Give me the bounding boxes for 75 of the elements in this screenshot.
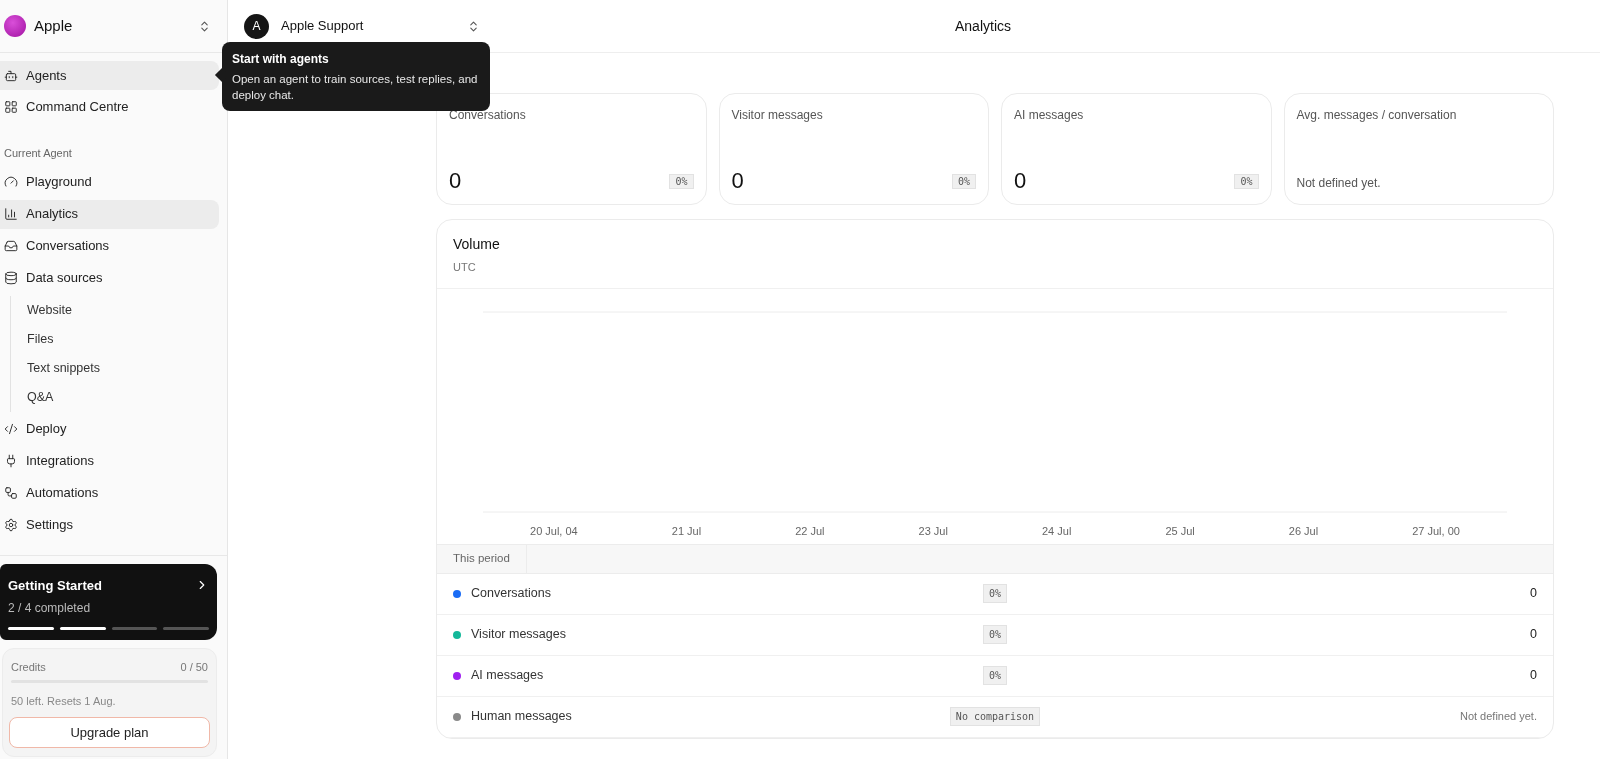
- card-title: Getting Started: [8, 576, 102, 595]
- metric-label: Visitor messages: [731, 107, 824, 124]
- credits-note: 50 left. Resets 1 Aug.: [10, 693, 117, 709]
- axis-label: 21 Jul: [671, 523, 702, 539]
- metric-value: 0: [731, 170, 744, 192]
- metric-value: 0: [1014, 170, 1027, 192]
- axis-label: 24 Jul: [1042, 523, 1072, 539]
- progress-text: 2 / 4 completed: [8, 600, 92, 617]
- robot-icon: [4, 68, 18, 83]
- change-badge: 0%: [982, 625, 1007, 644]
- row-value: 0: [1530, 626, 1537, 644]
- workspace-switcher[interactable]: Apple: [0, 0, 227, 53]
- change-badge: No comparison: [949, 707, 1041, 726]
- change-badge: 0%: [951, 174, 976, 189]
- sidebar-subitem[interactable]: Q&A: [11, 382, 227, 412]
- bar-chart-icon: [4, 207, 18, 221]
- axis-label: 27 Jul, 00: [1412, 523, 1460, 539]
- page-title: Analytics: [955, 16, 1012, 36]
- axis-label: 26 Jul: [1288, 523, 1319, 539]
- axis-label: 22 Jul: [795, 523, 825, 539]
- sidebar-item[interactable]: Analytics: [0, 199, 219, 229]
- row-value: Not defined yet.: [1459, 709, 1537, 725]
- change-badge: 0%: [1234, 174, 1259, 189]
- metric-value: 0: [449, 170, 462, 192]
- workflow-icon: [4, 486, 18, 500]
- sidebar-item[interactable]: Data sources: [0, 263, 219, 293]
- row-label: Visitor messages: [471, 626, 566, 644]
- metric-label: Conversations: [449, 107, 527, 124]
- upgrade-button[interactable]: Upgrade plan: [9, 717, 210, 748]
- getting-started-card[interactable]: Getting Started 2 / 4 completed: [0, 563, 217, 640]
- gauge-icon: [4, 175, 18, 189]
- sidebar-item[interactable]: Deploy: [0, 414, 219, 444]
- database-icon: [4, 271, 18, 285]
- credits-count: 0 / 50: [180, 660, 208, 675]
- credits-label: Credits: [11, 660, 46, 675]
- sidebar-item[interactable]: Agents: [0, 61, 219, 90]
- workspace-avatar: [4, 15, 26, 37]
- change-badge: 0%: [982, 584, 1007, 603]
- sidebar-subitem[interactable]: Files: [11, 324, 227, 354]
- code-icon: [4, 422, 18, 436]
- agent-switcher[interactable]: A Apple Support: [244, 13, 480, 39]
- metric-label: AI messages: [1014, 107, 1085, 124]
- chevrons-icon: [467, 19, 480, 33]
- row-value: 0: [1530, 585, 1537, 603]
- row-label: AI messages: [471, 667, 544, 685]
- sidebar-item[interactable]: Automations: [0, 478, 219, 508]
- period-label: This period: [437, 544, 527, 573]
- sidebar-item[interactable]: Playground: [0, 167, 219, 197]
- row-label: Conversations: [471, 585, 551, 603]
- sidebar-item[interactable]: Settings: [0, 510, 219, 540]
- section-label: Current Agent: [3, 146, 73, 161]
- sidebar-item[interactable]: Conversations: [0, 231, 219, 261]
- card-subtitle: UTC: [453, 260, 477, 275]
- grid-icon: [4, 99, 18, 114]
- metric-label: Avg. messages / conversation: [1296, 107, 1458, 124]
- settings-icon: [4, 518, 18, 532]
- card-title: Volume: [453, 235, 501, 254]
- axis-label: 25 Jul: [1165, 523, 1195, 539]
- chevrons-icon: [198, 19, 211, 33]
- tooltip-text: Open an agent to train sources, test replies, and deploy chat.: [232, 72, 479, 103]
- tooltip-title: Start with agents: [232, 51, 330, 68]
- axis-label: 20 Jul, 04: [530, 523, 578, 539]
- sidebar-subitem[interactable]: Website: [11, 295, 227, 325]
- change-badge: 0%: [669, 174, 694, 189]
- sidebar-item[interactable]: Integrations: [0, 446, 219, 476]
- axis-label: 23 Jul: [918, 523, 948, 539]
- change-badge: 0%: [982, 666, 1007, 685]
- row-value: 0: [1530, 667, 1537, 685]
- row-label: Human messages: [471, 708, 572, 726]
- plug-icon: [4, 454, 18, 468]
- agent-avatar: A: [244, 13, 269, 39]
- sidebar-item[interactable]: Command Centre: [0, 92, 219, 121]
- sidebar-subitem[interactable]: Text snippets: [11, 353, 227, 383]
- inbox-icon: [4, 239, 18, 253]
- metric-note: Not defined yet.: [1296, 175, 1382, 192]
